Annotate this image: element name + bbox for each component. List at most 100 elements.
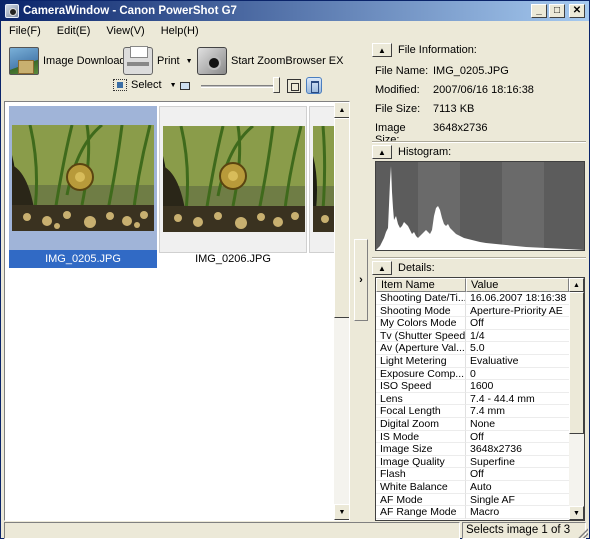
thumbnail-item[interactable] xyxy=(159,106,307,253)
start-zoombrowser-button[interactable]: Start ZoomBrowser EX xyxy=(197,47,343,75)
details-table: Item Name Value Shooting Date/Ti... 16.06… xyxy=(375,277,585,521)
details-column-headers: Item Name Value xyxy=(376,278,569,292)
resize-grip-icon[interactable] xyxy=(576,526,588,538)
thumbnail-scrollbar[interactable]: ▲ ▼ xyxy=(334,102,349,520)
table-row[interactable]: Tv (Shutter Speed) 1/4 xyxy=(376,329,569,343)
scroll-up-button[interactable]: ▲ xyxy=(334,102,349,118)
close-button[interactable]: ✕ xyxy=(569,4,585,18)
item-name: Image Size xyxy=(376,443,466,456)
camera-app-icon[interactable] xyxy=(5,4,19,18)
thumbnail-size-slider[interactable] xyxy=(201,85,279,88)
item-name: My Colors Mode xyxy=(376,317,466,330)
table-row[interactable]: IS Mode Off xyxy=(376,430,569,444)
item-value: Off xyxy=(466,468,569,481)
fit-to-window-icon[interactable] xyxy=(287,79,301,93)
window-title: CameraWindow - Canon PowerShot G7 xyxy=(23,5,237,17)
collapse-details-button[interactable]: ▲ xyxy=(372,261,392,275)
table-row[interactable]: Shooting Mode Aperture-Priority AE xyxy=(376,304,569,318)
panel-toggle-button[interactable]: › xyxy=(354,239,368,321)
table-row[interactable]: White Balance Auto xyxy=(376,481,569,494)
print-button[interactable]: Print ▼ xyxy=(123,46,193,75)
item-name: Image Quality xyxy=(376,455,466,469)
printer-icon xyxy=(123,46,153,75)
maximize-button[interactable]: □ xyxy=(549,4,565,18)
item-name: Tv (Shutter Speed) xyxy=(376,329,466,343)
menu-view[interactable]: View(V) xyxy=(104,24,146,38)
minimize-button[interactable]: _ xyxy=(531,4,547,18)
table-row[interactable]: Exposure Comp... 0 xyxy=(376,367,569,381)
photo-thumbnail xyxy=(12,125,154,231)
column-header-value[interactable]: Value xyxy=(466,278,569,292)
table-row[interactable]: Light Metering Evaluative xyxy=(376,355,569,368)
table-row[interactable]: Lens 7.4 - 44.4 mm xyxy=(376,392,569,406)
table-row[interactable]: AF Range Mode Macro xyxy=(376,506,569,519)
image-download-button[interactable]: Image Download xyxy=(9,47,126,75)
scroll-down-button[interactable]: ▼ xyxy=(334,504,349,520)
thumbnail-item[interactable] xyxy=(9,106,157,253)
table-row[interactable]: Image Quality Superfine xyxy=(376,455,569,469)
toolbar: Image Download Print ▼ Start ZoomBrowser… xyxy=(1,41,353,99)
thumbnail-browser[interactable]: IMG_0205.JPG IMG_0206.JPG ▲ ▼ xyxy=(4,101,350,521)
delete-icon[interactable] xyxy=(306,77,322,94)
scroll-up-button[interactable]: ▲ xyxy=(569,278,584,292)
scroll-down-button[interactable]: ▼ xyxy=(569,506,584,520)
item-value: Off xyxy=(466,317,569,330)
item-value: 5.0 xyxy=(466,342,569,355)
item-name: Exposure Comp... xyxy=(376,367,466,381)
arrow-up-icon: ▲ xyxy=(573,281,580,289)
item-value: 0 xyxy=(466,368,569,381)
file-name-label: File Name: xyxy=(375,65,429,77)
column-header-item-name[interactable]: Item Name xyxy=(376,278,466,292)
select-dropdown-icon[interactable]: ▼ xyxy=(170,82,177,89)
item-name: ISO Speed xyxy=(376,380,466,393)
collapse-histogram-button[interactable]: ▲ xyxy=(372,145,392,159)
item-value: Auto xyxy=(466,481,569,494)
table-row[interactable]: Av (Aperture Val... 5.0 xyxy=(376,342,569,355)
thumbnail-filename[interactable]: IMG_0205.JPG xyxy=(9,250,157,268)
table-row[interactable]: Focal Length 7.4 mm xyxy=(376,405,569,418)
image-download-label: Image Download xyxy=(43,55,126,67)
menu-file[interactable]: File(F) xyxy=(7,24,43,38)
item-name: AF Mode xyxy=(376,493,466,507)
select-label: Select xyxy=(131,79,162,91)
select-button[interactable]: Select ▼ xyxy=(113,79,177,91)
item-value: Superfine xyxy=(466,456,569,469)
item-value: None xyxy=(466,418,569,431)
thumbnail-filename[interactable]: IMG_0206.JPG xyxy=(159,250,307,268)
photo-thumbnail xyxy=(163,126,305,232)
histogram-header: ▲ Histogram: xyxy=(372,143,451,161)
menu-help[interactable]: Help(H) xyxy=(159,24,201,38)
file-name-value: IMG_0205.JPG xyxy=(433,65,509,77)
table-row[interactable]: AF Mode Single AF xyxy=(376,493,569,507)
photo-thumbnail xyxy=(313,126,335,232)
item-name: Shooting Mode xyxy=(376,304,466,318)
scrollbar-thumb[interactable] xyxy=(334,118,349,318)
title-bar[interactable]: CameraWindow - Canon PowerShot G7 _ □ ✕ xyxy=(1,1,589,21)
thumbnail-item-partial[interactable] xyxy=(309,106,335,253)
histogram-title: Histogram: xyxy=(398,146,452,158)
item-value: 7.4 - 44.4 mm xyxy=(466,393,569,406)
table-row[interactable]: Shooting Date/Ti... 16.06.2007 18:16:38 xyxy=(376,292,569,305)
details-scrollbar[interactable]: ▲ ▼ xyxy=(569,278,584,520)
item-value: Macro xyxy=(466,506,569,519)
arrow-down-icon: ▼ xyxy=(338,508,346,516)
collapse-up-icon: ▲ xyxy=(378,147,386,157)
minimize-icon: _ xyxy=(536,5,542,16)
camera-window: CameraWindow - Canon PowerShot G7 _ □ ✕ … xyxy=(0,0,590,539)
item-value: Evaluative xyxy=(466,355,569,368)
item-value: 3648x2736 xyxy=(466,443,569,456)
collapse-file-info-button[interactable]: ▲ xyxy=(372,43,392,57)
table-row[interactable]: Flash Off xyxy=(376,468,569,481)
table-row[interactable]: My Colors Mode Off xyxy=(376,317,569,330)
chevron-right-icon: › xyxy=(359,274,363,286)
menu-edit[interactable]: Edit(E) xyxy=(55,24,93,38)
table-row[interactable]: Digital Zoom None xyxy=(376,418,569,431)
print-dropdown-icon[interactable]: ▼ xyxy=(186,58,193,65)
scrollbar-thumb[interactable] xyxy=(569,292,584,434)
item-name: IS Mode xyxy=(376,430,466,444)
item-value: 16.06.2007 18:16:38 xyxy=(466,292,569,305)
table-row[interactable]: ISO Speed 1600 xyxy=(376,380,569,393)
slider-handle[interactable] xyxy=(273,77,280,93)
arrow-up-icon: ▲ xyxy=(338,106,346,114)
table-row[interactable]: Image Size 3648x2736 xyxy=(376,443,569,456)
